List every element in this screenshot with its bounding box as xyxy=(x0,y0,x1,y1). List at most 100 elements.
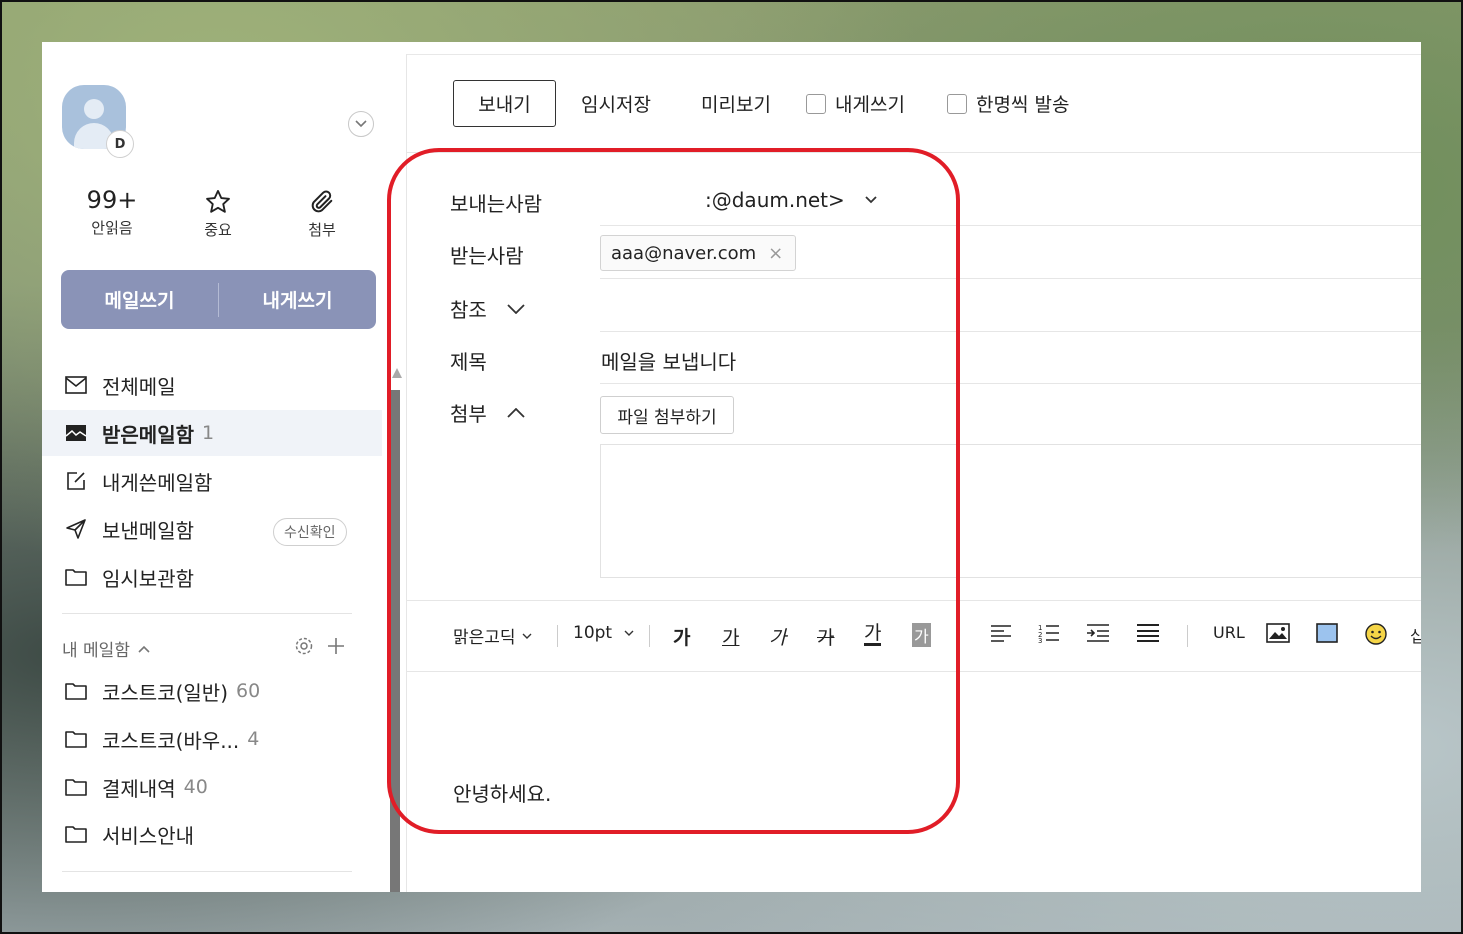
preview-button[interactable]: 미리보기 xyxy=(701,90,771,117)
gear-icon[interactable] xyxy=(294,636,314,656)
align-left-icon[interactable] xyxy=(990,623,1012,643)
image-icon[interactable] xyxy=(1266,623,1290,643)
folder-icon xyxy=(64,565,88,589)
folder-item[interactable]: 코스트코(일반) 60 xyxy=(42,668,382,714)
subject-label: 제목 xyxy=(450,350,487,374)
account-menu-button[interactable] xyxy=(348,111,374,137)
folder-item[interactable]: 서비스안내 xyxy=(42,811,382,857)
mail-body[interactable]: 안녕하세요. xyxy=(453,778,551,807)
individual-send-checkbox-label[interactable]: 한명씩 발송 xyxy=(947,90,1069,117)
attach-label: 첨부 xyxy=(308,221,336,239)
cc-label: 참조 xyxy=(450,298,487,322)
from-address: :@daum.net> xyxy=(705,188,845,212)
remove-recipient-icon[interactable]: × xyxy=(768,243,783,264)
mail-window: D 99+ 안읽음 중요 첨부 메일쓰기 내게쓰기 전체메일 받은메일함 1 내… xyxy=(42,42,1421,892)
font-select[interactable]: 맑은고딕 xyxy=(453,623,532,648)
attach-toggle[interactable]: 첨부 xyxy=(450,398,525,427)
folder-item[interactable]: 코스트코(바우... 4 xyxy=(42,716,382,762)
save-draft-button[interactable]: 임시저장 xyxy=(581,90,651,117)
chevron-down-icon xyxy=(624,630,634,636)
folder-item[interactable]: 결제내역 40 xyxy=(42,764,382,810)
my-mailbox-header[interactable]: 내 메일함 xyxy=(62,636,150,661)
nav-drafts[interactable]: 임시보관함 xyxy=(42,554,382,600)
sidebar: D 99+ 안읽음 중요 첨부 메일쓰기 내게쓰기 전체메일 받은메일함 1 내… xyxy=(42,42,406,892)
to-self-checkbox-label[interactable]: 내게쓰기 xyxy=(806,90,905,117)
inbox-count: 1 xyxy=(202,422,215,444)
underline-button[interactable]: 가 xyxy=(722,623,739,650)
send-icon xyxy=(64,517,88,541)
table-icon[interactable] xyxy=(1316,623,1338,643)
plus-icon[interactable] xyxy=(326,636,346,656)
unread-label: 안읽음 xyxy=(91,219,133,237)
nav-label: 받은메일함 xyxy=(102,422,194,447)
my-mailbox-title: 내 메일함 xyxy=(62,641,130,661)
folder-label: 서비스안내 xyxy=(102,823,194,848)
italic-button[interactable]: 가 xyxy=(769,623,786,650)
numbered-list-icon[interactable]: 123 xyxy=(1038,623,1060,643)
chevron-down-icon xyxy=(355,120,367,128)
field-divider xyxy=(600,331,1421,332)
toolbar-separator xyxy=(649,625,650,647)
scrollbar-arrow[interactable] xyxy=(392,368,402,378)
quick-important[interactable]: 중요 xyxy=(178,185,258,240)
toolbar-separator xyxy=(557,625,558,647)
from-value[interactable]: :@daum.net> xyxy=(705,188,877,212)
to-self-checkbox[interactable] xyxy=(806,94,826,114)
folder-label: 결제내역 xyxy=(102,776,176,801)
nav-inbox[interactable]: 받은메일함 1 xyxy=(42,410,382,456)
write-mail-button[interactable]: 메일쓰기 xyxy=(61,286,218,313)
nav-self-mail[interactable]: 내게쓴메일함 xyxy=(42,458,382,504)
font-value: 맑은고딕 xyxy=(453,628,516,648)
recipient-address: aaa@naver.com xyxy=(611,242,757,264)
mail-icon xyxy=(64,373,88,397)
chevron-up-icon xyxy=(507,407,525,418)
line-spacing-icon[interactable] xyxy=(1136,623,1160,643)
individual-send-checkbox[interactable] xyxy=(947,94,967,114)
write-to-self-button[interactable]: 내게쓰기 xyxy=(219,286,376,313)
edit-icon xyxy=(64,469,88,493)
nav-label: 내게쓴메일함 xyxy=(102,470,213,495)
size-value: 10pt xyxy=(573,623,613,643)
text-color-button[interactable]: 가 xyxy=(864,623,882,646)
quick-unread[interactable]: 99+ 안읽음 xyxy=(72,185,152,238)
field-divider xyxy=(600,383,1421,384)
important-label: 중요 xyxy=(204,221,232,239)
subject-input[interactable]: 메일을 보냅니다 xyxy=(601,346,736,375)
more-tools-button[interactable]: 십 xyxy=(1410,623,1421,647)
quick-attach[interactable]: 첨부 xyxy=(282,185,362,240)
recipient-chip[interactable]: aaa@naver.com × xyxy=(600,235,797,271)
url-button[interactable]: URL xyxy=(1213,623,1245,642)
inbox-icon xyxy=(64,421,88,445)
from-label: 보내는사람 xyxy=(450,192,542,216)
folder-count: 60 xyxy=(236,680,261,702)
chevron-down-icon xyxy=(522,633,532,639)
folder-count: 40 xyxy=(183,776,208,798)
emoji-icon[interactable] xyxy=(1365,623,1387,645)
strike-button[interactable]: 가 xyxy=(817,623,834,650)
to-label: 받는사람 xyxy=(450,244,524,268)
attachment-dropzone[interactable] xyxy=(600,444,1421,578)
bg-color-button[interactable]: 가 xyxy=(912,623,931,647)
send-button[interactable]: 보내기 xyxy=(453,80,556,127)
nav-label: 전체메일 xyxy=(102,374,176,399)
chevron-up-icon xyxy=(138,645,150,653)
nav-label: 보낸메일함 xyxy=(102,518,194,543)
field-divider xyxy=(600,278,1421,279)
unread-count: 99+ xyxy=(86,186,138,214)
to-self-label: 내게쓰기 xyxy=(835,94,905,116)
attach-file-button[interactable]: 파일 첨부하기 xyxy=(600,396,734,434)
nav-label: 임시보관함 xyxy=(102,566,194,591)
cc-toggle[interactable]: 참조 xyxy=(450,294,525,323)
folder-label: 코스트코(바우... xyxy=(102,728,240,753)
sidebar-divider xyxy=(62,613,352,614)
folder-icon xyxy=(64,775,88,799)
my-mailbox-tools xyxy=(294,636,346,656)
scrollbar[interactable] xyxy=(390,390,400,892)
indent-icon[interactable] xyxy=(1086,623,1110,643)
folder-label: 코스트코(일반) xyxy=(102,680,229,705)
size-select[interactable]: 10pt xyxy=(573,623,634,643)
read-receipt-button[interactable]: 수신확인 xyxy=(273,518,347,546)
folder-icon xyxy=(64,822,88,846)
nav-all-mail[interactable]: 전체메일 xyxy=(42,362,382,408)
bold-button[interactable]: 가 xyxy=(673,623,690,650)
